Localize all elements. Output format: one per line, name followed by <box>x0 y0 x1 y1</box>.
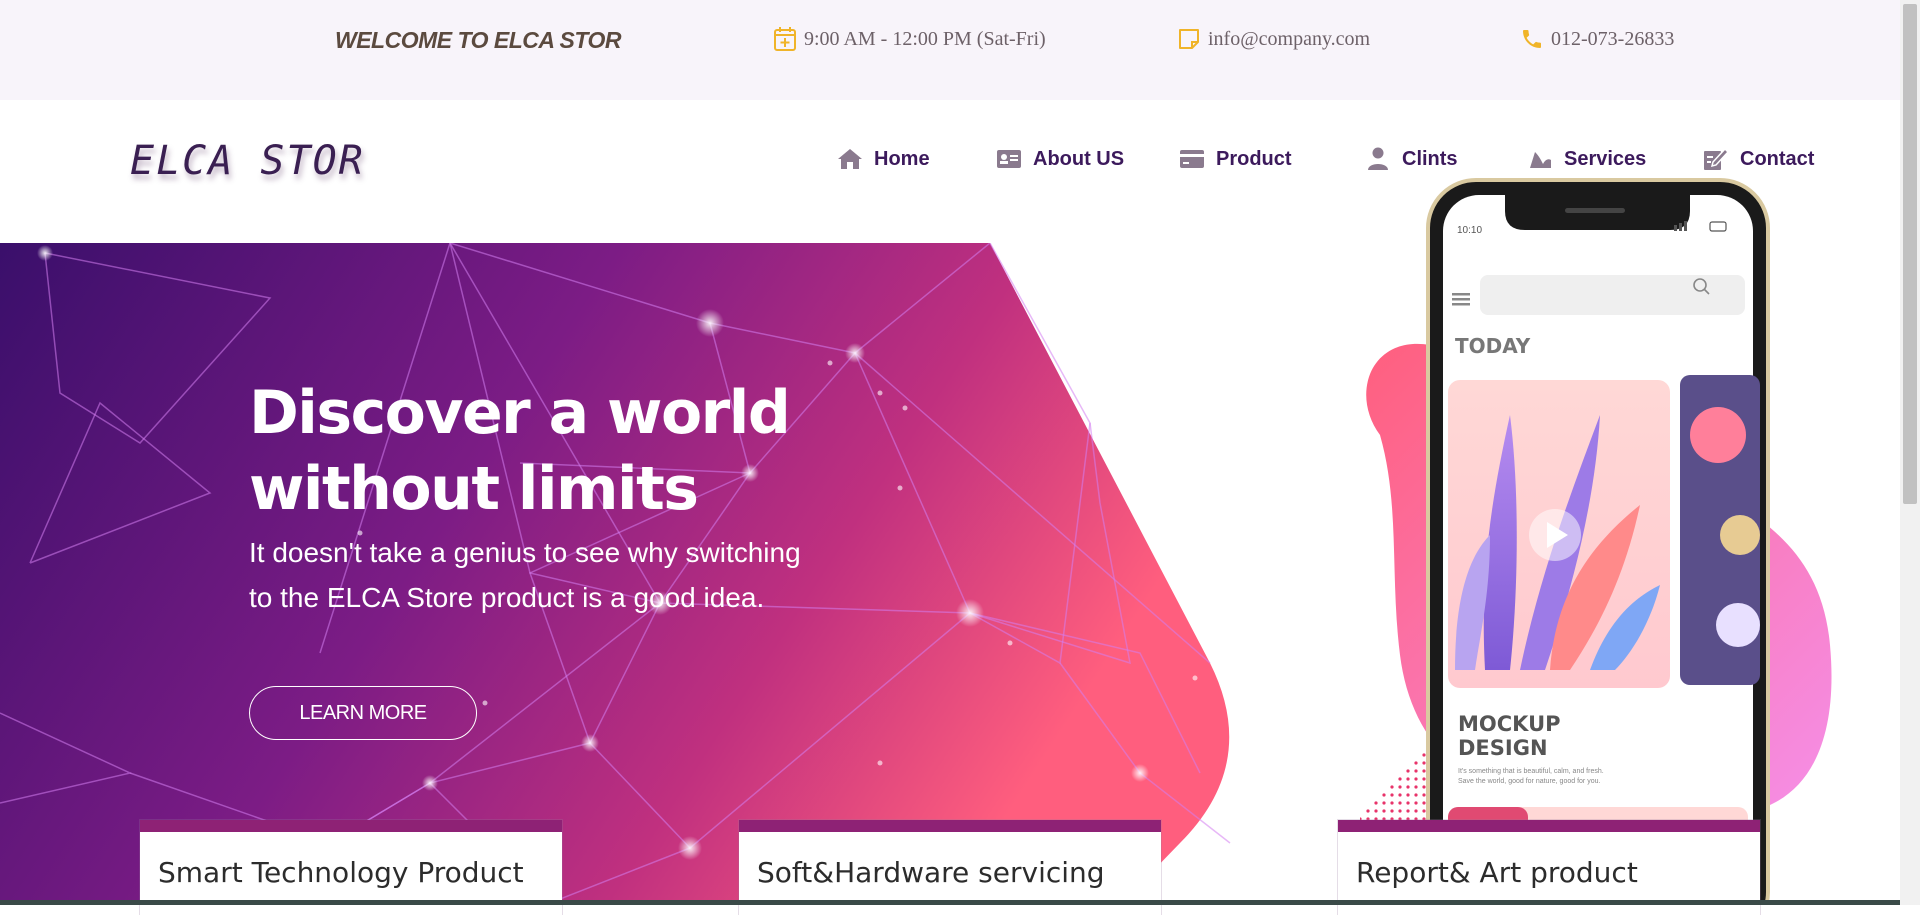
phone-icon <box>1519 26 1545 52</box>
hours-text: 9:00 AM - 12:00 PM (Sat-Fri) <box>804 27 1046 50</box>
page-scrollbar[interactable] <box>1900 0 1920 905</box>
feature-card-title: Report& Art product <box>1356 856 1638 889</box>
phone-mockup-title-1: MOCKUP <box>1458 712 1561 736</box>
sticky-note-icon <box>1176 26 1202 52</box>
nav-label: Product <box>1216 147 1292 170</box>
hero-title-line-1: Discover a world <box>249 378 791 448</box>
wave-icon <box>1526 146 1554 172</box>
welcome-text: WELCOME TO ELCA STOR <box>335 27 622 53</box>
nav-item-contact[interactable]: Contact <box>1702 146 1814 172</box>
nav-label: Home <box>874 147 930 170</box>
id-card-icon <box>995 146 1023 172</box>
business-hours: 9:00 AM - 12:00 PM (Sat-Fri) <box>772 26 1046 52</box>
nav-label: Clints <box>1402 147 1458 170</box>
contact-phone[interactable]: 012-073-26833 <box>1519 26 1674 52</box>
user-icon <box>1364 146 1392 172</box>
nav-item-clints[interactable]: Clints <box>1364 146 1458 172</box>
phone-mockup-caption-1: It's something that is beautiful, calm, … <box>1458 768 1604 775</box>
nav-item-about[interactable]: About US <box>995 146 1124 172</box>
phone-mockup: 10:10 TODAY MOCKUP DESIGN It's something… <box>1360 178 1832 905</box>
phone-mockup-caption-2: Save the world, good for nature, good fo… <box>1458 778 1600 785</box>
nav-item-home[interactable]: Home <box>836 146 930 172</box>
edit-icon <box>1702 146 1730 172</box>
credit-card-icon <box>1178 146 1206 172</box>
phone-time: 10:10 <box>1457 225 1482 236</box>
email-text[interactable]: info@company.com <box>1208 28 1370 51</box>
hero-title-line-2: without limits <box>249 454 699 524</box>
nav-label: About US <box>1033 147 1125 170</box>
hero-subtitle: It doesn't take a genius to see why swit… <box>249 537 801 613</box>
feature-card-title: Smart Technology Product <box>158 856 524 889</box>
learn-more-button[interactable]: LEARN MORE <box>249 686 477 740</box>
nav-item-services[interactable]: Services <box>1526 146 1646 172</box>
nav-label: Contact <box>1740 147 1815 170</box>
contact-email[interactable]: info@company.com <box>1176 26 1370 52</box>
feature-card-title: Soft&Hardware servicing <box>757 856 1105 889</box>
calendar-plus-icon <box>772 26 798 52</box>
bottom-edge <box>0 900 1900 905</box>
nav-item-product[interactable]: Product <box>1178 146 1292 172</box>
phone-section-title: TODAY <box>1455 334 1531 358</box>
hero-title: Discover a world without limits <box>249 375 869 527</box>
scrollbar-thumb[interactable] <box>1903 4 1917 504</box>
brand-logo[interactable]: ELCA STOR <box>130 138 365 184</box>
phone-text[interactable]: 012-073-26833 <box>1551 28 1674 51</box>
top-info-bar: WELCOME TO ELCA STOR 9:00 AM - 12:00 PM … <box>0 0 1900 100</box>
nav-label: Services <box>1564 147 1647 170</box>
home-icon <box>836 146 864 172</box>
phone-mockup-title-2: DESIGN <box>1458 736 1548 760</box>
